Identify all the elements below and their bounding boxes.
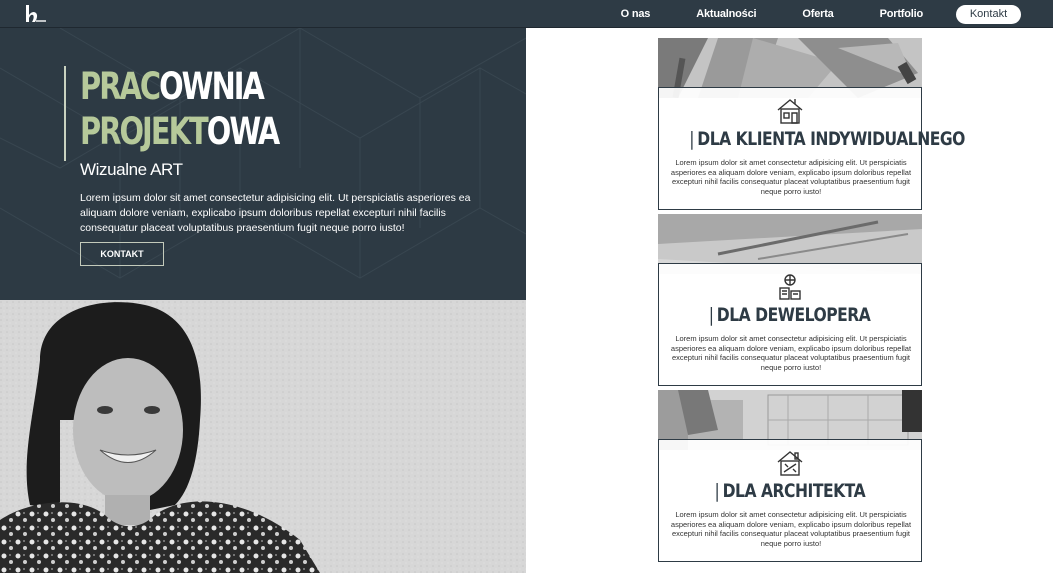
hero-section: PRACOWNIA PROJEKTOWA Wizualne ART Lorem … bbox=[0, 28, 526, 300]
nav-contact-button[interactable]: Kontakt bbox=[956, 4, 1021, 24]
nav-link-aktualnosci[interactable]: Aktualności bbox=[696, 8, 756, 20]
card-description: Lorem ipsum dolor sit amet consectetur a… bbox=[670, 334, 912, 372]
developer-tools-icon bbox=[779, 274, 801, 300]
nav-link-oferta[interactable]: Oferta bbox=[802, 8, 833, 20]
card-title: | DLA ARCHITEKTA bbox=[714, 480, 866, 502]
hero-description: Lorem ipsum dolor sit amet consectetur a… bbox=[80, 192, 471, 234]
top-navbar: O nas Aktualności Oferta Portfolio Konta… bbox=[0, 0, 1053, 28]
house-plan-icon bbox=[777, 99, 803, 124]
card-content: | DLA ARCHITEKTA Lorem ipsum dolor sit am… bbox=[658, 439, 922, 562]
offer-card-developer[interactable]: | DLA DEWELOPERA Lorem ipsum dolor sit am… bbox=[658, 214, 922, 386]
portrait-image bbox=[0, 300, 526, 573]
card-title: | DLA KLIENTA INDYWIDUALNEGO bbox=[689, 128, 965, 150]
main-menu: O nas Aktualności Oferta Portfolio Konta… bbox=[621, 0, 1021, 28]
portrait-photo bbox=[0, 300, 526, 573]
architect-house-icon bbox=[777, 451, 803, 476]
card-title: | DLA DEWELOPERA bbox=[709, 304, 871, 326]
offer-card-architect[interactable]: | DLA ARCHITEKTA Lorem ipsum dolor sit am… bbox=[658, 390, 922, 562]
nav-link-o-nas[interactable]: O nas bbox=[621, 8, 651, 20]
card-description: Lorem ipsum dolor sit amet consectetur a… bbox=[670, 510, 912, 548]
offer-card-individual[interactable]: | DLA KLIENTA INDYWIDUALNEGO Lorem ipsum … bbox=[658, 38, 965, 210]
card-content: | DLA DEWELOPERA Lorem ipsum dolor sit am… bbox=[658, 263, 922, 386]
card-content: | DLA KLIENTA INDYWIDUALNEGO Lorem ipsum … bbox=[658, 87, 965, 210]
brand-logo-icon[interactable] bbox=[22, 3, 48, 25]
hero-accent-bar bbox=[64, 66, 66, 161]
hero-contact-button[interactable]: KONTAKT bbox=[80, 242, 164, 266]
card-description: Lorem ipsum dolor sit amet consectetur a… bbox=[670, 158, 912, 196]
nav-link-portfolio[interactable]: Portfolio bbox=[880, 8, 924, 20]
hero-subtitle: Wizualne ART bbox=[80, 160, 183, 179]
hero-title: PRACOWNIA PROJEKTOWA bbox=[80, 65, 280, 153]
